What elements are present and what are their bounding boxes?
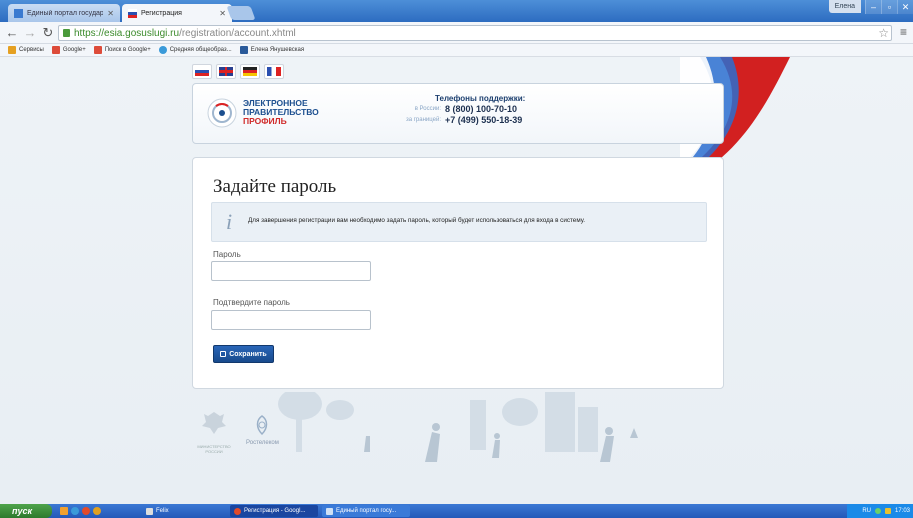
bookmarks-bar: Сервисы Google+ Поиск в Google+ Средняя … [0, 44, 913, 57]
lang-de-button[interactable] [240, 64, 260, 79]
folder-icon[interactable] [60, 507, 68, 515]
password-input[interactable] [211, 261, 371, 281]
minimize-icon[interactable]: – [865, 0, 881, 14]
back-arrow-icon[interactable]: ← [4, 25, 20, 41]
chrome-icon [234, 507, 241, 515]
confirm-password-label: Подтвердите пароль [213, 298, 290, 307]
network-icon[interactable] [874, 508, 881, 514]
tab-title: Единый портал государств [27, 9, 104, 17]
vk-icon [239, 46, 248, 54]
lang-en-button[interactable] [216, 64, 236, 79]
uk-flag-icon [219, 67, 233, 76]
reload-icon[interactable]: ↻ [40, 25, 56, 41]
task-portal[interactable]: Единый портал госу... [322, 505, 410, 517]
phones-title: Телефоны поддержки: [435, 94, 526, 103]
bookmark-label: Google+ [62, 47, 86, 53]
password-label: Пароль [213, 250, 241, 259]
password-form-card: Задайте пароль i Для завершения регистра… [192, 157, 724, 389]
tab-registration[interactable]: Регистрация ✕ [122, 4, 232, 22]
media-icon[interactable] [93, 507, 101, 515]
url-path: /registration/account.xhtml [179, 27, 296, 39]
lang-fr-button[interactable] [264, 64, 284, 79]
language-switcher [192, 64, 284, 79]
tab-title: Регистрация [141, 9, 182, 17]
russia-flag-icon [195, 67, 209, 76]
window-controls: Елена – ▫ ✕ [828, 0, 913, 18]
bookmark-label: Средняя общеобраз... [169, 47, 232, 53]
volume-icon[interactable] [884, 508, 891, 514]
support-phones: Телефоны поддержки: в России: 8 (800) 10… [373, 94, 525, 125]
info-box: i Для завершения регистрации вам необход… [211, 202, 707, 242]
lock-icon [63, 29, 70, 37]
tab-gosuslugi[interactable]: Единый портал государств ✕ [8, 4, 120, 22]
gosuslugi-favicon-icon [14, 8, 23, 18]
profile-button[interactable]: Елена [828, 0, 861, 13]
bookmark-services[interactable]: Сервисы [8, 46, 44, 54]
new-tab-button[interactable] [226, 6, 256, 20]
bookmark-star-icon[interactable]: ☆ [878, 26, 889, 40]
bookmark-label: Поиск в Google+ [104, 47, 151, 53]
forward-arrow-icon[interactable]: → [22, 25, 38, 41]
phone-ru: 8 (800) 100-70-10 [445, 104, 518, 114]
bookmark-school[interactable]: Средняя общеобраз... [158, 46, 232, 54]
clock[interactable]: 17:03 [895, 508, 910, 514]
app-icon [146, 507, 153, 515]
task-label: Felix [156, 508, 169, 514]
phone-abroad: +7 (499) 550-18-39 [445, 115, 523, 125]
bookmark-google-plus[interactable]: Google+ [51, 46, 86, 54]
task-label: Единый портал госу... [336, 508, 397, 514]
footer-illustration [278, 392, 638, 462]
info-icon: i [226, 209, 233, 234]
google-plus-icon [93, 46, 102, 54]
bookmark-elena[interactable]: Елена Янушевская [239, 46, 305, 54]
logo-line-3: ПРОФИЛЬ [243, 116, 287, 126]
google-plus-icon [51, 46, 60, 54]
system-tray: RU 17:03 [847, 504, 913, 518]
chrome-icon[interactable] [82, 507, 90, 515]
site-header: ЭЛЕКТРОННОЕ ПРАВИТЕЛЬСТВО ПРОФИЛЬ Телефо… [192, 83, 724, 144]
phone-ru-label: в России: [414, 106, 441, 112]
start-button[interactable]: пуск [0, 504, 52, 518]
bookmark-google-plus-search[interactable]: Поиск в Google+ [93, 46, 151, 54]
address-bar[interactable]: https://esia.gosuslugi.ru/registration/a… [58, 25, 892, 41]
e-government-logo-icon[interactable] [207, 98, 237, 128]
url-host: esia.gosuslugi.ru [104, 27, 180, 39]
phone-abroad-label: за границей: [405, 117, 441, 123]
ie-icon[interactable] [71, 507, 79, 515]
document-icon [326, 507, 333, 515]
windows-taskbar: пуск Felix Регистрация - Googl... Единый… [0, 504, 913, 518]
close-window-icon[interactable]: ✕ [897, 0, 913, 14]
task-chrome-registration[interactable]: Регистрация - Googl... [230, 505, 318, 517]
browser-titlebar: Единый портал государств ✕ Регистрация ✕… [0, 0, 913, 22]
browser-toolbar: ← → ↻ https://esia.gosuslugi.ru/registra… [0, 22, 913, 44]
page-title: Задайте пароль [213, 176, 337, 197]
menu-icon[interactable]: ≡ [900, 25, 907, 39]
germany-flag-icon [243, 67, 257, 76]
logo-text: ЭЛЕКТРОННОЕ ПРАВИТЕЛЬСТВО ПРОФИЛЬ [243, 99, 319, 126]
close-tab-icon[interactable]: ✕ [219, 9, 226, 18]
quick-launch [60, 507, 101, 515]
bookmark-label: Елена Янушевская [250, 47, 305, 53]
confirm-password-input[interactable] [211, 310, 371, 330]
globe-icon [158, 46, 167, 54]
save-button[interactable]: Сохранить [213, 345, 274, 363]
maximize-icon[interactable]: ▫ [881, 0, 897, 14]
language-indicator[interactable]: RU [862, 508, 871, 514]
save-button-label: Сохранить [229, 350, 267, 358]
france-flag-icon [267, 67, 281, 76]
url-scheme: https:// [74, 27, 105, 39]
coat-of-arms-icon [202, 412, 226, 434]
info-message: Для завершения регистрации вам необходим… [248, 217, 585, 224]
ministry-label: МИНИСТЕРСТВО РОССИИ [197, 444, 231, 454]
save-icon [220, 351, 227, 357]
rostelecom-logo-icon [256, 415, 268, 436]
lang-ru-button[interactable] [192, 64, 212, 79]
task-label: Регистрация - Googl... [244, 508, 306, 514]
bookmark-label: Сервисы [19, 47, 44, 53]
task-felix[interactable]: Felix [142, 505, 202, 517]
rostelecom-label: Ростелеком [246, 440, 279, 446]
close-tab-icon[interactable]: ✕ [107, 9, 114, 18]
apps-grid-icon [8, 46, 16, 54]
russia-flag-favicon-icon [128, 8, 137, 18]
